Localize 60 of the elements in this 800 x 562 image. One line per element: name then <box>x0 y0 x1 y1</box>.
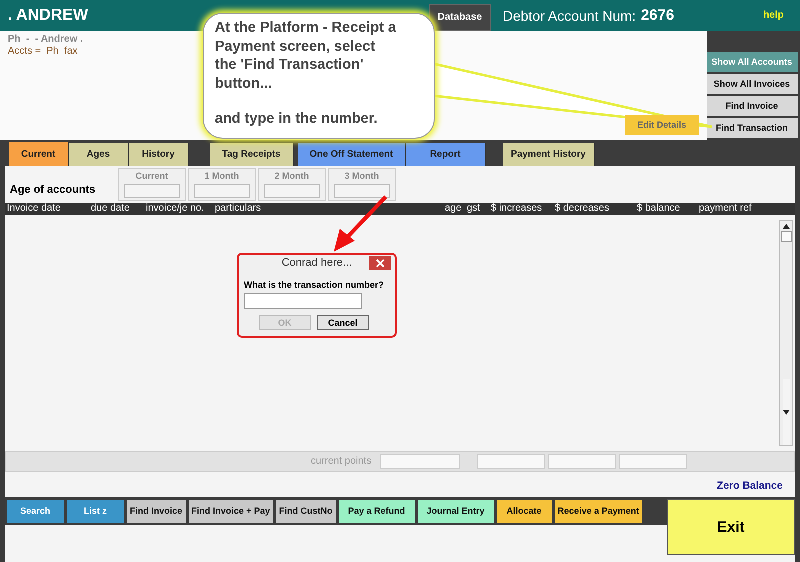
tab[interactable]: Ages <box>69 143 129 166</box>
column-header: invoice/je no. <box>146 203 206 215</box>
callout-text: and type in the number. <box>215 110 379 128</box>
age-caption: 2 Month <box>274 171 310 181</box>
age-field <box>194 184 250 198</box>
side-button[interactable]: Find Invoice <box>706 96 798 116</box>
age-caption: 3 Month <box>344 171 380 181</box>
detail-line: Ph - - Andrew . <box>8 34 84 46</box>
points-field <box>548 454 616 469</box>
column-header: gst <box>467 203 482 215</box>
tab[interactable]: Tag Receipts <box>210 143 294 166</box>
cancel-button[interactable]: Cancel <box>317 315 369 330</box>
help-link[interactable]: help <box>763 10 784 21</box>
side-button[interactable]: Show All Invoices <box>706 74 798 94</box>
tab[interactable]: One Off Statement <box>298 143 406 166</box>
scrollbar[interactable] <box>779 220 793 446</box>
account-label: Debtor Account Num: <box>503 8 636 24</box>
callout-text: At the Platform - Receipt a Payment screen, select the 'Find Transaction' button... <box>215 19 398 93</box>
column-header: $ balance <box>637 203 682 215</box>
ages-label: Age of accounts <box>10 184 97 196</box>
toolbar-button[interactable]: Find Invoice <box>127 500 186 522</box>
account-number: 2676 <box>641 7 674 24</box>
close-icon[interactable] <box>369 256 391 270</box>
toolbar-button[interactable]: Pay a Refund <box>338 500 415 522</box>
column-header: Invoice date <box>6 203 62 215</box>
detail-line: Accts = Ph fax <box>8 46 78 58</box>
points-label: current points <box>311 456 372 467</box>
toolbar-button[interactable]: Receive a Payment <box>554 500 642 522</box>
column-header: age <box>445 203 463 215</box>
toolbar-button[interactable]: Journal Entry <box>418 500 494 522</box>
age-field <box>124 184 180 198</box>
dialog-prompt: What is the transaction number? <box>244 280 386 290</box>
transaction-number-field[interactable] <box>244 293 362 309</box>
column-header: due date <box>91 203 131 215</box>
age-caption: 1 Month <box>204 171 240 181</box>
toolbar-button[interactable]: Find CustNo <box>276 500 336 522</box>
age-caption: Current <box>136 171 168 181</box>
column-header: payment ref <box>699 203 752 215</box>
database-tab[interactable]: Database <box>429 4 491 31</box>
balance-status: Zero Balance <box>716 479 784 494</box>
toolbar-button[interactable]: Allocate <box>496 500 552 522</box>
age-field <box>334 184 390 198</box>
exit-button[interactable]: Exit <box>667 499 795 555</box>
tab[interactable]: Current <box>9 142 69 166</box>
column-header: $ increases <box>491 203 544 215</box>
points-field <box>618 454 687 469</box>
tab[interactable]: Report <box>406 143 486 166</box>
tab[interactable]: History <box>129 143 189 166</box>
edit-details-button[interactable]: Edit Details <box>625 115 699 135</box>
tab[interactable]: Payment History <box>503 143 595 166</box>
customer-name: . ANDREW <box>8 6 90 24</box>
points-field <box>476 454 545 469</box>
age-field <box>264 184 320 198</box>
column-header: particulars <box>215 203 262 215</box>
side-button[interactable]: Find Transaction <box>706 118 798 138</box>
scroll-down-icon[interactable] <box>782 379 790 445</box>
toolbar-button[interactable]: Find Invoice + Pay <box>188 500 274 522</box>
dialog-title: Conrad here... <box>282 257 352 269</box>
column-header: $ decreases <box>555 203 610 215</box>
scroll-thumb[interactable] <box>780 231 792 242</box>
